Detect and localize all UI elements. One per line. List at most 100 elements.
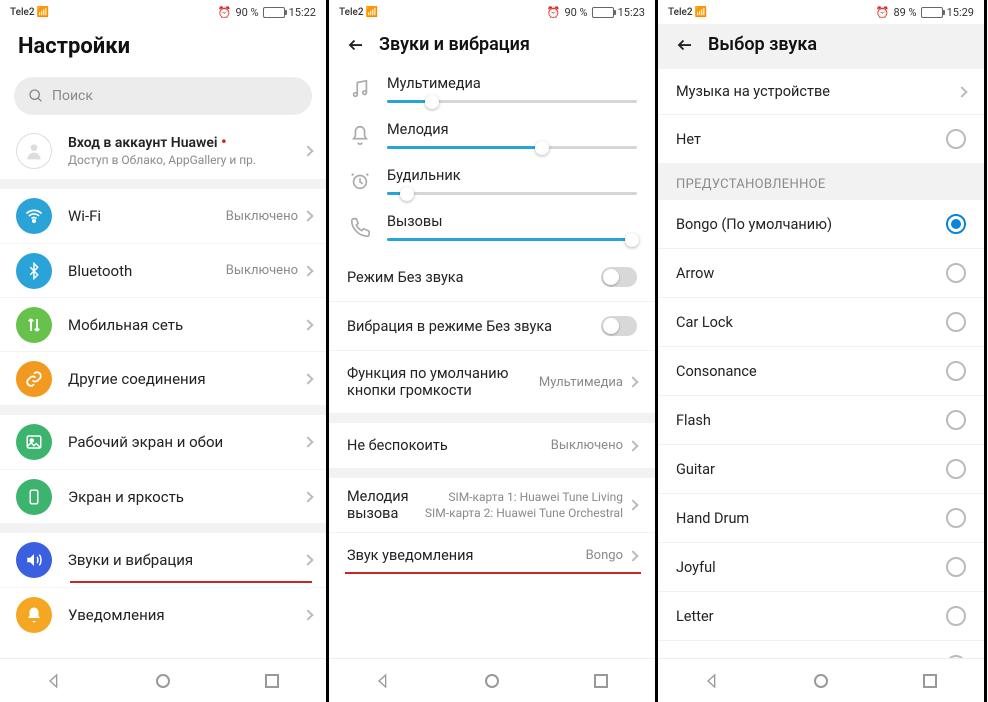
radio-button[interactable] — [946, 655, 966, 658]
sound-option[interactable]: Arrow — [658, 248, 984, 297]
nav-bar — [658, 658, 984, 702]
nav-recent-icon[interactable] — [592, 672, 610, 690]
chevron-right-icon — [302, 491, 313, 502]
alert-dot-icon: • — [221, 132, 227, 151]
row-label: Bluetooth — [68, 262, 226, 280]
slider-track[interactable] — [387, 192, 637, 195]
radio-button[interactable] — [946, 459, 966, 479]
battery-icon — [263, 7, 285, 18]
nav-recent-icon[interactable] — [921, 672, 939, 690]
screen-sound-picker: Tele2 📶 ⏰ 89 % 15:29 Выбор звука Музыка … — [658, 0, 987, 702]
radio-button[interactable] — [946, 361, 966, 381]
row-device-music[interactable]: Музыка на устройстве — [658, 69, 984, 114]
link-icon — [16, 361, 52, 397]
page-title: Звуки и вибрация — [379, 34, 530, 55]
option-label: Joyful — [676, 559, 946, 576]
nav-home-icon[interactable] — [483, 672, 501, 690]
sound-option[interactable]: Joyful — [658, 542, 984, 591]
radio-button[interactable] — [946, 508, 966, 528]
slider-track[interactable] — [387, 146, 637, 149]
slider-ringtone[interactable]: Мелодия — [329, 115, 655, 161]
chevron-right-icon — [627, 499, 638, 510]
toggle-switch[interactable] — [601, 316, 637, 336]
nav-home-icon[interactable] — [812, 672, 830, 690]
page-title: Выбор звука — [708, 34, 817, 55]
row-sounds-vibration[interactable]: Звуки и вибрация — [0, 533, 326, 587]
row-label: Wi-Fi — [68, 207, 226, 225]
sound-option[interactable]: Car Lock — [658, 297, 984, 346]
nav-back-icon[interactable] — [374, 672, 392, 690]
huawei-account-row[interactable]: Вход в аккаунт Huawei • Доступ в Облако,… — [0, 125, 326, 179]
setting-label: Мелодия вызова — [347, 488, 425, 522]
nav-back-icon[interactable] — [703, 672, 721, 690]
search-input[interactable]: Поиск — [14, 77, 312, 115]
wifi-icon — [16, 198, 52, 234]
row-mobile-network[interactable]: Мобильная сеть — [0, 297, 326, 351]
section-header-preset: ПРЕДУСТАНОВЛЕННОЕ — [658, 163, 984, 200]
sound-option[interactable]: Hand Drum — [658, 493, 984, 542]
clock-time: 15:29 — [947, 6, 974, 19]
setting-label: Не беспокоить — [347, 437, 551, 454]
row-silent-mode[interactable]: Режим Без звука — [329, 253, 655, 301]
sound-option[interactable]: Guitar — [658, 444, 984, 493]
settings-list: Вход в аккаунт Huawei • Доступ в Облако,… — [0, 125, 326, 658]
battery-pct: 90 % — [235, 6, 258, 19]
radio-button[interactable] — [946, 557, 966, 577]
row-display-brightness[interactable]: Экран и яркость — [0, 469, 326, 523]
radio-button[interactable] — [946, 214, 966, 234]
option-label: Hand Drum — [676, 510, 946, 527]
slider-multimedia[interactable]: Мультимедиа — [329, 69, 655, 115]
row-ringtone[interactable]: Мелодия вызова SIM-карта 1: Huawei Tune … — [329, 478, 655, 532]
bell-outline-icon — [347, 124, 373, 146]
row-label: Экран и яркость — [68, 488, 304, 506]
sound-option[interactable]: Mushroom — [658, 640, 984, 658]
row-label: Мобильная сеть — [68, 316, 304, 334]
setting-label: Нет — [676, 131, 946, 148]
row-more-connections[interactable]: Другие соединения — [0, 351, 326, 405]
setting-label: Музыка на устройстве — [676, 83, 958, 100]
slider-alarm[interactable]: Будильник — [329, 161, 655, 207]
radio-button[interactable] — [946, 606, 966, 626]
toggle-switch[interactable] — [601, 267, 637, 287]
radio-button[interactable] — [946, 410, 966, 430]
back-button[interactable] — [347, 36, 365, 54]
row-notification-sound[interactable]: Звук уведомления Bongo — [329, 532, 655, 578]
signal-icon: 📶 — [366, 7, 378, 18]
sound-option[interactable]: Flash — [658, 395, 984, 444]
row-notifications[interactable]: Уведомления — [0, 587, 326, 641]
nav-home-icon[interactable] — [154, 672, 172, 690]
battery-pct: 90 % — [564, 6, 587, 19]
phone-icon — [16, 479, 52, 515]
radio-button[interactable] — [946, 263, 966, 283]
music-icon — [347, 78, 373, 100]
speaker-icon — [16, 542, 52, 578]
row-none[interactable]: Нет — [658, 114, 984, 163]
sound-option[interactable]: Letter — [658, 591, 984, 640]
slider-track[interactable] — [387, 100, 637, 103]
back-button[interactable] — [676, 36, 694, 54]
screen-settings: Tele2 📶 ⏰ 90 % 15:22 Настройки Поиск Вхо… — [0, 0, 329, 702]
phone-outline-icon — [347, 216, 373, 238]
option-label: Letter — [676, 608, 946, 625]
alarm-icon: ⏰ — [876, 6, 890, 19]
slider-calls[interactable]: Вызовы — [329, 207, 655, 253]
battery-icon — [921, 7, 943, 18]
carrier-label: Tele2 — [339, 7, 364, 18]
row-dnd[interactable]: Не беспокоить Выключено — [329, 423, 655, 468]
radio-button[interactable] — [946, 312, 966, 332]
nav-recent-icon[interactable] — [263, 672, 281, 690]
carrier-label: Tele2 — [10, 7, 35, 18]
radio-button[interactable] — [946, 129, 966, 149]
sound-option[interactable]: Bongo (По умолчанию) — [658, 200, 984, 248]
image-icon — [16, 424, 52, 460]
row-home-wallpaper[interactable]: Рабочий экран и обои — [0, 415, 326, 469]
row-wifi[interactable]: Wi-Fi Выключено — [0, 189, 326, 243]
row-bluetooth[interactable]: Bluetooth Выключено — [0, 243, 326, 297]
nav-back-icon[interactable] — [45, 672, 63, 690]
row-volume-button-default[interactable]: Функция по умолчанию кнопки громкости Му… — [329, 350, 655, 413]
option-label: Arrow — [676, 265, 946, 282]
sound-option[interactable]: Consonance — [658, 346, 984, 395]
slider-label: Будильник — [387, 167, 637, 184]
slider-track[interactable] — [387, 238, 637, 241]
row-vibrate-silent[interactable]: Вибрация в режиме Без звука — [329, 301, 655, 350]
